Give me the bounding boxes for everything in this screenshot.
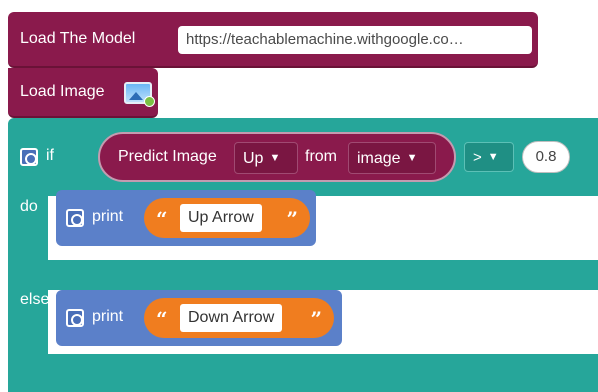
load-model-block[interactable]: Load The Model https://teachablemachine.…	[8, 12, 538, 68]
print-label: print	[92, 208, 124, 225]
image-icon[interactable]	[124, 82, 155, 107]
predict-image-label: Predict Image	[118, 148, 217, 165]
do-label: do	[20, 198, 38, 215]
open-quote-icon: “	[156, 207, 168, 231]
close-quote-icon: ”	[286, 207, 298, 231]
operator-dropdown[interactable]: > ▼	[464, 142, 514, 172]
chevron-down-icon: ▼	[487, 151, 499, 163]
class-dropdown[interactable]: Up ▼	[234, 142, 298, 174]
print-block[interactable]: print “ Down Arrow ”	[56, 290, 342, 346]
print-block[interactable]: print “ Up Arrow ”	[56, 190, 316, 246]
load-image-label: Load Image	[20, 83, 105, 100]
if-label: if	[46, 147, 54, 164]
string-input[interactable]: Up Arrow	[180, 204, 262, 232]
gear-icon[interactable]	[66, 309, 84, 327]
close-quote-icon: ”	[310, 307, 322, 331]
from-label: from	[305, 148, 337, 165]
model-url-field[interactable]: https://teachablemachine.withgoogle.co…	[178, 26, 532, 54]
open-quote-icon: “	[156, 307, 168, 331]
print-label: print	[92, 308, 124, 325]
load-image-block[interactable]: Load Image	[8, 68, 158, 118]
chevron-down-icon: ▼	[406, 152, 418, 164]
predict-image-block[interactable]: Predict Image Up ▼ from image ▼	[98, 132, 456, 182]
load-model-label: Load The Model	[20, 30, 136, 47]
class-dropdown-value: Up	[243, 150, 264, 167]
operator-value: >	[473, 149, 482, 166]
threshold-input[interactable]: 0.8	[522, 141, 570, 173]
string-input[interactable]: Down Arrow	[180, 304, 283, 332]
string-block[interactable]: “ Up Arrow ”	[144, 198, 310, 238]
string-block[interactable]: “ Down Arrow ”	[144, 298, 334, 338]
chevron-down-icon: ▼	[269, 152, 281, 164]
source-dropdown[interactable]: image ▼	[348, 142, 436, 174]
else-row	[8, 260, 598, 290]
comparison-block[interactable]: > ▼ 0.8	[456, 132, 598, 182]
source-dropdown-value: image	[357, 150, 401, 167]
gear-icon[interactable]	[66, 209, 84, 227]
else-label: else	[20, 291, 50, 308]
gear-icon[interactable]	[20, 148, 38, 166]
if-else-block[interactable]: if Predict Image Up ▼ from image ▼ > ▼ 0.8 …	[8, 118, 598, 392]
